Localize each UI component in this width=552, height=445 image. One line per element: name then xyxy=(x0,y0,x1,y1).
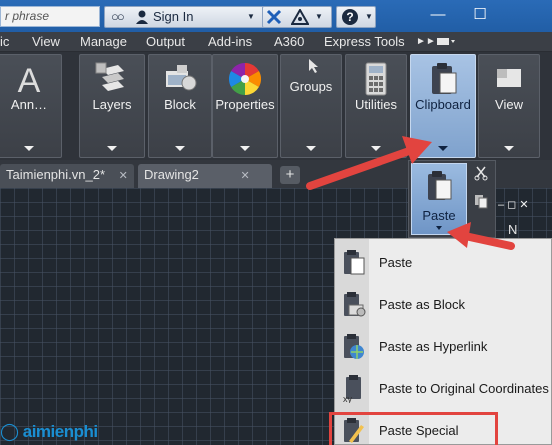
chevron-down-icon[interactable]: ▼ xyxy=(365,7,373,27)
exchange-toolbar: ▼ xyxy=(262,6,332,28)
clipboard-icon xyxy=(425,61,461,97)
maximize-button[interactable]: ☐ xyxy=(468,4,492,26)
menu-item-view[interactable]: View xyxy=(32,32,60,52)
chevron-down-icon xyxy=(175,146,185,151)
menu-item-paste[interactable]: Paste xyxy=(335,243,551,283)
arrow-to-clipboard-icon xyxy=(306,136,432,190)
chevron-down-icon xyxy=(436,226,442,230)
ribbon: A Ann… Layers Block Properties Groups Ut… xyxy=(0,52,552,160)
tab-label: Drawing2 xyxy=(144,167,199,182)
menu-item-label: Paste to Original Coordinates xyxy=(379,381,549,396)
menu-item-paste-to-original-coordinates[interactable]: xy Paste to Original Coordinates xyxy=(335,369,551,409)
menu-item-output[interactable]: Output xyxy=(146,32,185,52)
menu-item-manage[interactable]: Manage xyxy=(80,32,127,52)
chevron-down-icon xyxy=(240,146,250,151)
menu-item-label: Paste xyxy=(379,255,413,270)
tab-drawing2[interactable]: Drawing2 ✕ xyxy=(138,164,272,188)
color-wheel-icon xyxy=(227,61,263,97)
panel-label: Groups xyxy=(289,79,333,94)
calculator-icon xyxy=(358,61,394,97)
menu-item-label: Paste as Block xyxy=(379,297,465,312)
menu-item-express-tools[interactable]: Express Tools xyxy=(324,32,405,52)
panel-label: View xyxy=(495,97,523,112)
menu-item-graphic[interactable]: ic xyxy=(0,32,9,52)
paste-block-icon xyxy=(344,292,366,317)
user-icon xyxy=(135,7,149,27)
menu-item-paste-as-hyperlink[interactable]: Paste as Hyperlink xyxy=(335,327,551,367)
chevron-down-icon[interactable]: ▼ xyxy=(315,7,323,27)
panel-annotation[interactable]: A Ann… xyxy=(0,54,62,158)
panel-properties[interactable]: Properties xyxy=(212,54,278,158)
chevron-down-icon xyxy=(504,146,514,151)
minimize-button[interactable]: — xyxy=(426,4,450,26)
close-icon[interactable]: ✕ xyxy=(241,170,250,182)
panel-view[interactable]: View xyxy=(478,54,540,158)
binoculars-icon[interactable]: ○○ xyxy=(111,7,125,27)
svg-text:A: A xyxy=(18,62,41,97)
panel-label: Ann… xyxy=(10,97,48,112)
exchange-icon[interactable] xyxy=(266,7,282,27)
tab-taimienphi[interactable]: Taimienphi.vn_2* ✕ xyxy=(0,164,134,188)
svg-text:xy: xy xyxy=(343,394,353,403)
chevron-down-icon xyxy=(107,146,117,151)
account-toolbar: ○○ Sign In ▼ xyxy=(104,6,266,28)
help-toolbar: ? ▼ xyxy=(336,6,376,28)
block-icon xyxy=(162,61,198,97)
help-icon[interactable]: ? xyxy=(341,7,359,27)
tab-label: Taimienphi.vn_2* xyxy=(6,167,106,182)
panel-block[interactable]: Block xyxy=(148,54,212,158)
svg-text:?: ? xyxy=(346,10,353,24)
panel-label: Block xyxy=(164,97,196,112)
arrow-to-paste-caret-icon xyxy=(447,222,515,250)
chevron-down-icon xyxy=(24,146,34,151)
cut-icon[interactable] xyxy=(473,165,489,184)
view-icon xyxy=(491,61,527,97)
menu-item-label: Paste as Hyperlink xyxy=(379,339,488,354)
menu-item-paste-as-block[interactable]: Paste as Block xyxy=(335,285,551,325)
a360-icon[interactable] xyxy=(290,7,310,27)
title-bar: r phrase ○○ Sign In ▼ ▼ ? ▼ — ☐ xyxy=(0,0,552,32)
paste-coordinates-icon: xy xyxy=(343,375,361,403)
chevron-down-icon[interactable]: ▼ xyxy=(247,7,255,27)
watermark-logo: ◯ aimienphi xyxy=(0,422,98,441)
layers-icon xyxy=(94,61,130,97)
menu-item-a360[interactable]: A360 xyxy=(274,32,304,52)
panel-label: Layers xyxy=(92,97,132,112)
copy-icon[interactable] xyxy=(473,193,489,212)
viewport-controls[interactable]: – ◻ ✕ xyxy=(498,198,552,212)
panel-label: Properties xyxy=(215,97,275,112)
search-input[interactable]: r phrase xyxy=(0,6,100,27)
paste-hyperlink-icon xyxy=(344,334,364,359)
ribbon-toggle-icon[interactable]: ►► xyxy=(416,32,436,52)
text-icon: A xyxy=(11,61,47,100)
paste-label: Paste xyxy=(422,208,456,223)
panel-label: Utilities xyxy=(355,97,397,112)
paste-icon xyxy=(344,250,365,275)
paste-special-highlight xyxy=(329,412,498,445)
close-icon[interactable]: ✕ xyxy=(119,170,128,182)
sign-in-button[interactable]: Sign In xyxy=(153,7,193,27)
panel-label: Clipboard xyxy=(415,97,471,112)
panel-layers[interactable]: Layers xyxy=(79,54,145,158)
add-tab-button[interactable]: + xyxy=(280,166,300,184)
menu-bar: ic View Manage Output Add-ins A360 Expre… xyxy=(0,32,552,52)
ribbon-minimize-icon[interactable] xyxy=(436,32,456,52)
menu-item-add-ins[interactable]: Add-ins xyxy=(208,32,252,52)
